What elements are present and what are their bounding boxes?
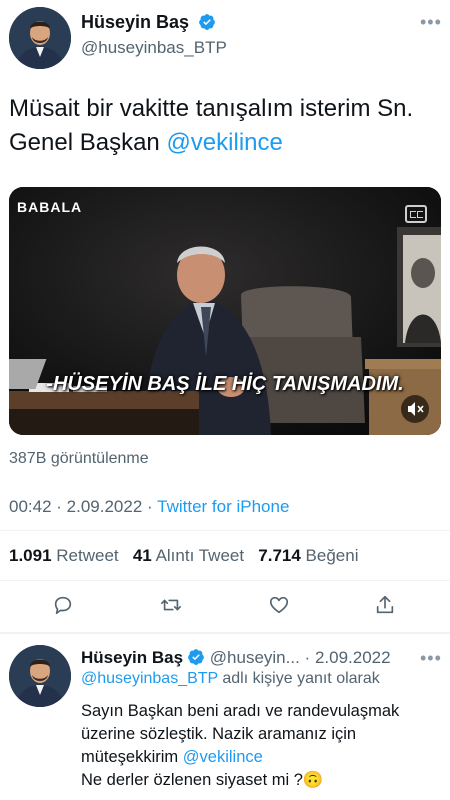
reply-author-name[interactable]: Hüseyin Baş (81, 648, 183, 667)
tweet-date[interactable]: 2.09.2022 (67, 497, 143, 516)
replying-to: @huseyinbas_BTP adlı kişiye yanıt olarak (81, 670, 380, 688)
author-handle[interactable]: @huseyinbas_BTP (81, 38, 227, 58)
tweet-meta: 00:42 · 2.09.2022 · Twitter for iPhone (9, 497, 289, 517)
mention-link[interactable]: @vekilince (166, 129, 282, 156)
quote-count: 41 (132, 546, 152, 565)
avatar-image (9, 645, 71, 707)
more-dots-icon[interactable]: ••• (420, 648, 442, 669)
reply-text: Sayın Başkan beni aradı ve randevulaşmak… (81, 700, 441, 792)
author-name-text: Hüseyin Baş (81, 12, 190, 32)
reply-text-line2: üzerine sözleştik. Nazik aramanız için (81, 725, 357, 743)
reply-author-handle[interactable]: @huseyin... (210, 648, 300, 667)
avatar-image (9, 7, 71, 69)
replying-to-handle[interactable]: @huseyinbas_BTP (81, 670, 218, 687)
mention-link[interactable]: @vekilince (183, 748, 263, 766)
share-icon[interactable] (374, 594, 396, 621)
reply-text-line4: Ne derler özlenen siyaset mi ?🙃 (81, 771, 324, 789)
quote-label: Alıntı Tweet (155, 546, 245, 565)
meta-separator: · (304, 648, 311, 667)
retweet-label: Retweet (56, 546, 119, 565)
like-count: 7.714 (258, 546, 301, 565)
divider (0, 530, 450, 531)
meta-separator: · (147, 497, 158, 516)
reply-date[interactable]: 2.09.2022 (315, 648, 391, 667)
more-dots-icon[interactable]: ••• (420, 12, 442, 33)
author-avatar[interactable] (9, 7, 71, 69)
retweet-count: 1.091 (9, 546, 52, 565)
reply-header: Hüseyin Baş @huseyin... · 2.09.2022 (81, 648, 411, 668)
reply-author-avatar[interactable] (9, 645, 71, 707)
quote-stat[interactable]: 41 Alıntı Tweet (133, 546, 249, 565)
tweet-text-line1: Müsait bir vakitte tanışalım isterim Sn. (9, 95, 414, 122)
view-count: 387B görüntülenme (9, 450, 149, 467)
like-icon[interactable] (268, 594, 290, 621)
tweet-source[interactable]: Twitter for iPhone (157, 497, 289, 516)
divider (0, 632, 450, 634)
tweet-video[interactable]: BABALA -HÜSEYİN BAŞ İLE HİÇ TANIŞMADIM. (9, 187, 441, 435)
video-frame (9, 187, 441, 435)
video-logo: BABALA (17, 199, 83, 215)
like-label: Beğeni (305, 546, 359, 565)
reply-text-line3: müteşekkirim @vekilince (81, 746, 441, 769)
tweet-stats: 1.091 Retweet 41 Alıntı Tweet 7.714 Beğe… (9, 546, 358, 566)
verified-badge-icon (188, 649, 204, 665)
replying-to-suffix: adlı kişiye yanıt olarak (217, 670, 380, 687)
reply-icon[interactable] (52, 594, 74, 621)
like-stat[interactable]: 7.714 Beğeni (258, 546, 358, 565)
captions-icon[interactable] (405, 205, 427, 223)
retweet-stat[interactable]: 1.091 Retweet (9, 546, 123, 565)
tweet-time: 00:42 (9, 497, 52, 516)
video-subtitle: -HÜSEYİN BAŞ İLE HİÇ TANIŞMADIM. (46, 373, 404, 395)
reply-text-line1: Sayın Başkan beni aradı ve randevulaşmak (81, 702, 400, 720)
divider (0, 580, 450, 581)
mute-icon[interactable] (401, 395, 429, 423)
verified-badge-icon (199, 14, 215, 30)
tweet-text-line2-prefix: Genel Başkan (9, 129, 167, 156)
reply-text-line3-prefix: müteşekkirim (81, 748, 183, 766)
author-name[interactable]: Hüseyin Baş (81, 12, 216, 33)
tweet-text: Müsait bir vakitte tanışalım isterim Sn.… (9, 92, 441, 160)
retweet-icon[interactable] (160, 594, 182, 621)
tweet-text-line2: Genel Başkan @vekilince (9, 126, 441, 160)
meta-separator: · (56, 497, 67, 516)
